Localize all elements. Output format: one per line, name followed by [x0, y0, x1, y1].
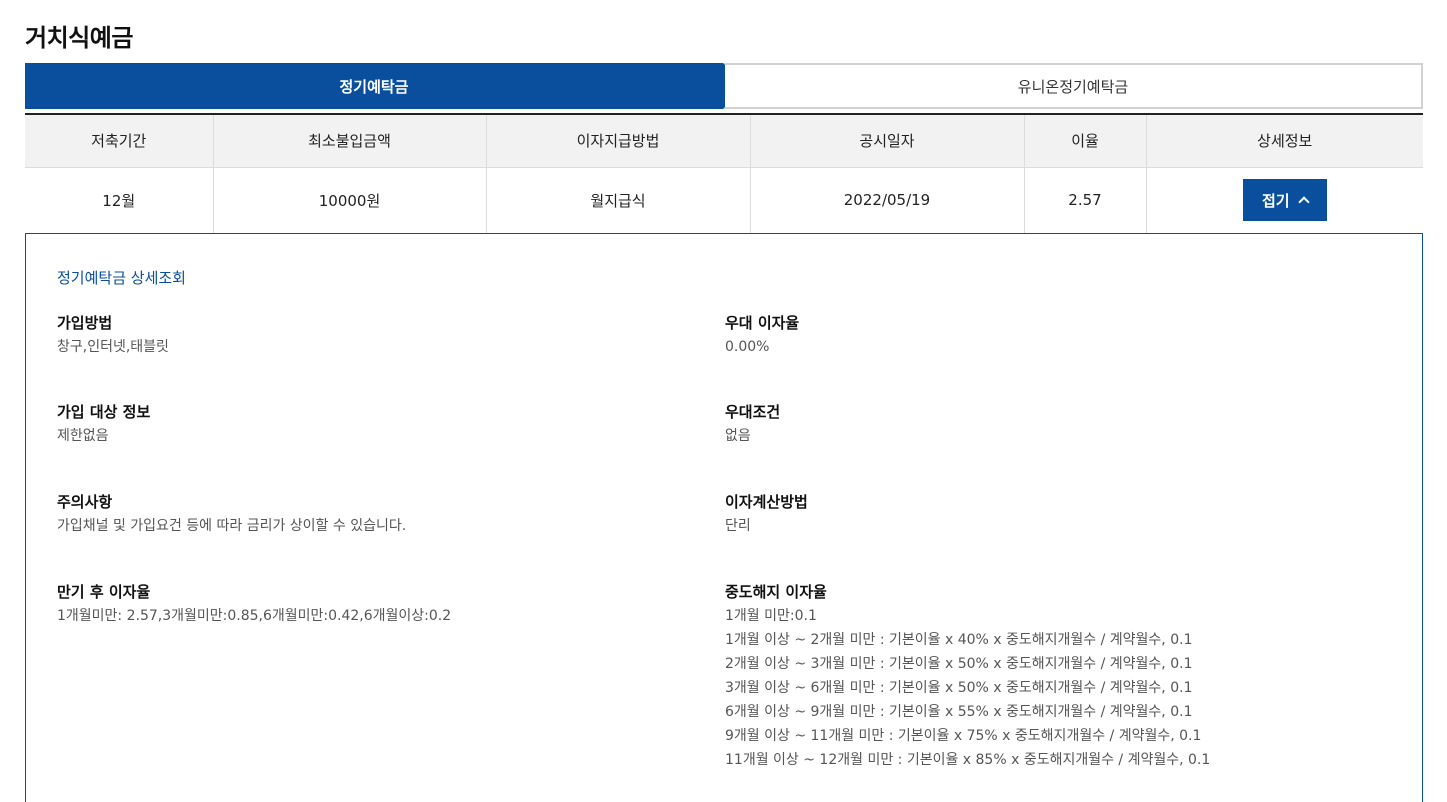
- page: 거치식예금 정기예탁금 유니온정기예탁금 저축기간 최소불입금액 이자지급방법 …: [0, 0, 1447, 802]
- join-method-item: 가입방법 창구,인터넷,태블릿: [57, 313, 169, 359]
- detail-title: 정기예탁금 상세조회: [57, 269, 186, 287]
- preferential-condition-label: 우대조건: [725, 403, 781, 421]
- cell-min-amount: 10000원: [213, 167, 487, 233]
- header-details: 상세정보: [1146, 114, 1423, 168]
- eligibility-item: 가입 대상 정보 제한없음: [57, 402, 150, 448]
- early-termination-item: 중도해지 이자율 1개월 미만:0.1 1개월 이상 ~ 2개월 미만 : 기본…: [725, 582, 1210, 772]
- tab-regular-deposit[interactable]: 정기예탁금: [25, 63, 723, 109]
- early-termination-line: 1개월 이상 ~ 2개월 미만 : 기본이율 x 40% x 중도해지개월수 /…: [725, 632, 1193, 648]
- product-tabs: 정기예탁금 유니온정기예탁금: [25, 63, 1423, 109]
- post-maturity-value: 1개월미만: 2.57,3개월미만:0.85,6개월미만:0.42,6개월이상:…: [57, 608, 452, 624]
- cell-payment-method: 월지급식: [486, 167, 751, 233]
- preferential-rate-label: 우대 이자율: [725, 314, 800, 332]
- table-row: 12월 10000원 월지급식 2022/05/19 2.57 접기: [25, 167, 1423, 233]
- cell-rate: 2.57: [1024, 167, 1147, 233]
- early-termination-line: 3개월 이상 ~ 6개월 미만 : 기본이율 x 50% x 중도해지개월수 /…: [725, 680, 1193, 696]
- page-title: 거치식예금: [25, 24, 133, 52]
- header-min-amount: 최소불입금액: [213, 114, 487, 168]
- header-payment-method: 이자지급방법: [486, 114, 751, 168]
- header-rate: 이율: [1024, 114, 1147, 168]
- eligibility-value: 제한없음: [57, 428, 109, 444]
- caution-item: 주의사항 가입채널 및 가입요건 등에 따라 금리가 상이할 수 있습니다.: [57, 492, 406, 538]
- early-termination-label: 중도해지 이자율: [725, 583, 827, 601]
- table-header-row: 저축기간 최소불입금액 이자지급방법 공시일자 이율 상세정보: [25, 114, 1423, 168]
- preferential-rate-item: 우대 이자율 0.00%: [725, 313, 799, 359]
- join-method-value: 창구,인터넷,태블릿: [57, 339, 169, 355]
- post-maturity-item: 만기 후 이자율 1개월미만: 2.57,3개월미만:0.85,6개월미만:0.…: [57, 582, 451, 628]
- early-termination-line: 9개월 이상 ~ 11개월 미만 : 기본이율 x 75% x 중도해지개월수 …: [725, 728, 1202, 744]
- calc-method-label: 이자계산방법: [725, 493, 808, 511]
- early-termination-line: 11개월 이상 ~ 12개월 미만 : 기본이율 x 85% x 중도해지개월수…: [725, 752, 1211, 768]
- eligibility-label: 가입 대상 정보: [57, 403, 151, 421]
- chevron-up-icon: [1297, 196, 1310, 208]
- caution-label: 주의사항: [57, 493, 113, 511]
- fold-button-label: 접기: [1261, 192, 1290, 210]
- detail-panel: 정기예탁금 상세조회 가입방법 창구,인터넷,태블릿 우대 이자율 0.00% …: [25, 233, 1423, 802]
- calc-method-value: 단리: [725, 518, 751, 534]
- early-termination-line: 2개월 이상 ~ 3개월 미만 : 기본이율 x 50% x 중도해지개월수 /…: [725, 656, 1193, 672]
- early-termination-line: 1개월 미만:0.1: [725, 608, 817, 624]
- rate-table: 저축기간 최소불입금액 이자지급방법 공시일자 이율 상세정보 12월 1000…: [25, 113, 1423, 233]
- preferential-condition-value: 없음: [725, 428, 751, 444]
- cell-period: 12월: [25, 167, 214, 233]
- header-notice-date: 공시일자: [750, 114, 1025, 168]
- join-method-label: 가입방법: [57, 314, 113, 332]
- cell-details: 접기: [1146, 167, 1423, 233]
- caution-value: 가입채널 및 가입요건 등에 따라 금리가 상이할 수 있습니다.: [57, 518, 407, 534]
- preferential-condition-item: 우대조건 없음: [725, 402, 780, 448]
- preferential-rate-value: 0.00%: [725, 339, 770, 355]
- calc-method-item: 이자계산방법 단리: [725, 492, 808, 538]
- fold-button[interactable]: 접기: [1242, 179, 1327, 222]
- early-termination-line: 6개월 이상 ~ 9개월 미만 : 기본이율 x 55% x 중도해지개월수 /…: [725, 704, 1193, 720]
- post-maturity-label: 만기 후 이자율: [57, 583, 151, 601]
- cell-notice-date: 2022/05/19: [750, 167, 1025, 233]
- header-period: 저축기간: [25, 114, 214, 168]
- tab-union-regular-deposit[interactable]: 유니온정기예탁금: [723, 63, 1423, 109]
